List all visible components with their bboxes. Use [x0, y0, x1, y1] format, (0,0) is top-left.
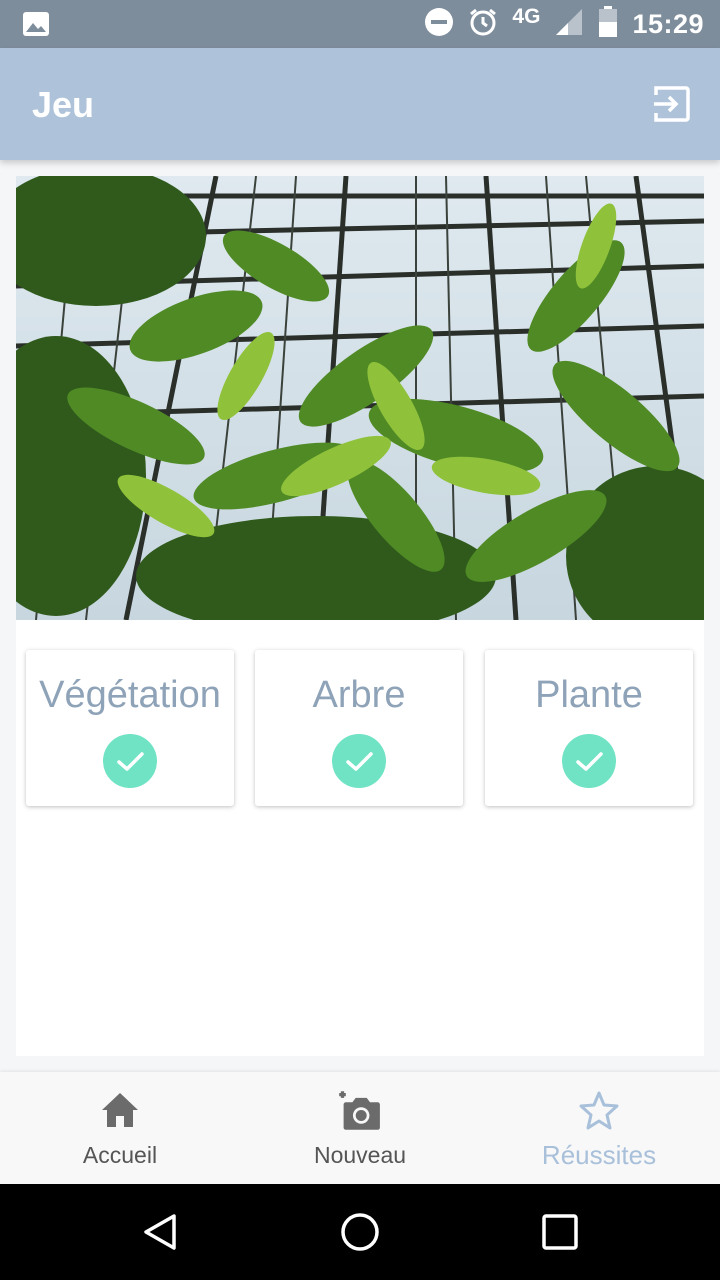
alarm-icon	[468, 7, 498, 42]
add-photo-icon	[339, 1091, 380, 1130]
network-type: 4G	[512, 5, 541, 28]
tag-card-plante: Plante	[485, 650, 693, 806]
home-circle-icon	[341, 1213, 379, 1251]
plant-photo	[16, 176, 704, 620]
clock: 15:29	[632, 8, 704, 39]
game-card: Végétation Arbre Plante	[16, 176, 704, 1056]
recents-icon	[542, 1214, 578, 1250]
battery-icon	[598, 5, 618, 43]
nav-nouveau[interactable]: Nouveau	[240, 1072, 480, 1184]
signal-icon	[554, 7, 584, 42]
system-navigation-bar	[0, 1184, 720, 1280]
tag-label: Arbre	[312, 674, 406, 716]
recents-button[interactable]	[538, 1210, 582, 1254]
tag-results: Végétation Arbre Plante	[26, 650, 694, 808]
logout-icon	[654, 86, 690, 122]
logout-button[interactable]	[652, 84, 692, 124]
home-icon	[102, 1093, 138, 1127]
star-icon	[579, 1091, 619, 1130]
back-icon	[144, 1214, 176, 1250]
nav-accueil[interactable]: Accueil	[0, 1072, 240, 1184]
back-button[interactable]	[138, 1210, 182, 1254]
bottom-navigation: Accueil Nouveau Réussites	[0, 1072, 720, 1184]
tag-label: Plante	[535, 674, 643, 716]
home-button[interactable]	[338, 1210, 382, 1254]
image-icon	[22, 11, 50, 42]
nav-label: Nouveau	[313, 1142, 407, 1168]
nav-label: Accueil	[82, 1142, 158, 1168]
nav-label: Réussites	[541, 1140, 657, 1170]
do-not-disturb-icon	[424, 7, 454, 42]
check-icon	[332, 734, 386, 788]
check-icon	[103, 734, 157, 788]
status-bar: 4G 15:29	[0, 0, 720, 48]
tag-label: Végétation	[39, 674, 221, 716]
tag-card-vegetation: Végétation	[26, 650, 234, 806]
tag-card-arbre: Arbre	[255, 650, 463, 806]
nav-reussites[interactable]: Réussites	[479, 1072, 719, 1184]
check-icon	[562, 734, 616, 788]
page-title: Jeu	[32, 84, 95, 125]
app-bar: Jeu	[0, 48, 720, 160]
